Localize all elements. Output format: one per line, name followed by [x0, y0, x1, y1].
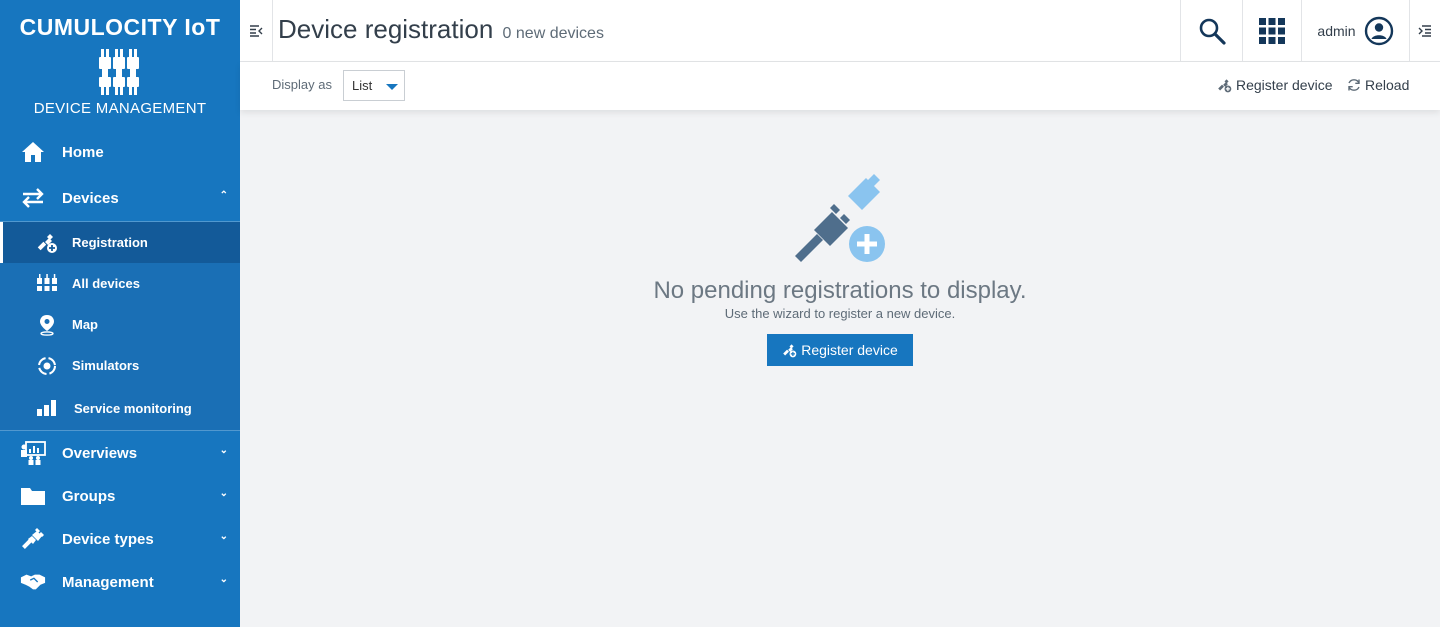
top-bar: Device registration 0 new devices admin: [240, 0, 1440, 62]
refresh-icon: [1348, 79, 1360, 91]
chevron-down-icon: ⌄: [219, 531, 228, 542]
plug-add-icon: [783, 343, 797, 357]
nav-devices[interactable]: Devices ⌃: [0, 176, 240, 220]
chevron-down-icon: ⌄: [219, 574, 228, 585]
brand: CUMULOCITY IoT DEVICE MANAGEMENT: [0, 0, 240, 130]
nav-groups[interactable]: Groups ⌄: [0, 474, 240, 518]
bar-chart-icon: [34, 395, 60, 421]
handshake-icon: [20, 569, 46, 595]
toggle-navigator-button[interactable]: [240, 0, 273, 62]
nav-map[interactable]: Map: [0, 304, 240, 345]
sidebar: CUMULOCITY IoT DEVICE MANAGEMENT Home De…: [0, 0, 240, 627]
user-avatar-icon: [1364, 16, 1393, 46]
nav-overviews[interactable]: Overviews ⌄: [0, 431, 240, 475]
caret-down-icon: [386, 84, 398, 90]
nav-device-types[interactable]: Device types ⌄: [0, 517, 240, 561]
home-icon: [20, 139, 46, 165]
brand-title: CUMULOCITY IoT: [19, 14, 221, 40]
plug-add-icon: [1218, 78, 1232, 92]
nav-service-monitoring-label: Service monitoring: [74, 400, 192, 416]
nav-overviews-label: Overviews: [62, 444, 138, 462]
nav-management[interactable]: Management ⌄: [0, 560, 240, 604]
reload-button[interactable]: Reload: [1347, 77, 1409, 93]
devices-icon: [34, 271, 60, 297]
nav-all-devices[interactable]: All devices: [0, 263, 240, 304]
search-button[interactable]: [1180, 0, 1242, 62]
user-menu-button[interactable]: admin: [1301, 0, 1409, 62]
nav-groups-label: Groups: [62, 487, 116, 505]
chevron-down-icon: ⌄: [219, 488, 228, 499]
nav-devices-label: Devices: [62, 189, 119, 207]
nav-registration[interactable]: Registration: [0, 222, 240, 263]
nav-home[interactable]: Home: [0, 130, 240, 174]
map-pin-icon: [34, 312, 60, 338]
page-title: Device registration 0 new devices: [278, 14, 604, 45]
empty-state-title: No pending registrations to display.: [653, 277, 1027, 304]
brand-subtitle: DEVICE MANAGEMENT: [33, 100, 207, 117]
toggle-right-drawer-button[interactable]: [1409, 0, 1440, 62]
nav-home-label: Home: [62, 143, 104, 161]
dashboard-presentation-icon: [20, 440, 46, 466]
exchange-arrows-icon: [20, 185, 46, 211]
nav-map-label: Map: [72, 317, 98, 332]
register-device-link[interactable]: Register device: [1217, 77, 1333, 93]
plug-icon: [20, 526, 46, 552]
new-devices-count: 0 new devices: [502, 25, 604, 42]
plug-add-illustration-icon: [795, 174, 885, 262]
nav-management-label: Management: [62, 573, 154, 591]
action-bar: Display as List Register device Reload: [240, 62, 1440, 110]
nav-device-types-label: Device types: [62, 530, 154, 548]
username: admin: [1317, 23, 1356, 39]
collapse-menu-icon: [250, 25, 263, 37]
simulator-icon: [34, 353, 60, 379]
nav-all-devices-label: All devices: [72, 276, 140, 291]
chevron-up-icon: ⌃: [219, 190, 228, 201]
display-as-label: Display as: [272, 77, 332, 92]
page-title-text: Device registration: [278, 14, 494, 44]
right-drawer-icon: [1418, 25, 1431, 37]
register-device-link-label: Register device: [1236, 77, 1333, 93]
nav-service-monitoring[interactable]: Service monitoring: [0, 386, 240, 430]
folder-icon: [20, 483, 46, 509]
empty-state: No pending registrations to display. Use…: [240, 110, 1440, 627]
register-device-button[interactable]: Register device: [767, 334, 913, 366]
display-as-value: List: [352, 78, 373, 93]
register-device-button-label: Register device: [801, 342, 898, 358]
chevron-down-icon: ⌄: [219, 445, 228, 456]
device-management-logo-icon: [99, 49, 139, 95]
plug-add-icon: [34, 230, 60, 256]
nav-simulators[interactable]: Simulators: [0, 345, 240, 386]
empty-state-subtitle: Use the wizard to register a new device.: [724, 306, 956, 321]
reload-label: Reload: [1365, 77, 1410, 93]
search-icon: [1199, 18, 1226, 45]
display-as-select[interactable]: List: [343, 70, 405, 101]
app-switcher-button[interactable]: [1242, 0, 1301, 62]
nav-registration-label: Registration: [72, 235, 148, 250]
nav-simulators-label: Simulators: [72, 358, 140, 373]
app-grid-icon: [1259, 18, 1285, 44]
